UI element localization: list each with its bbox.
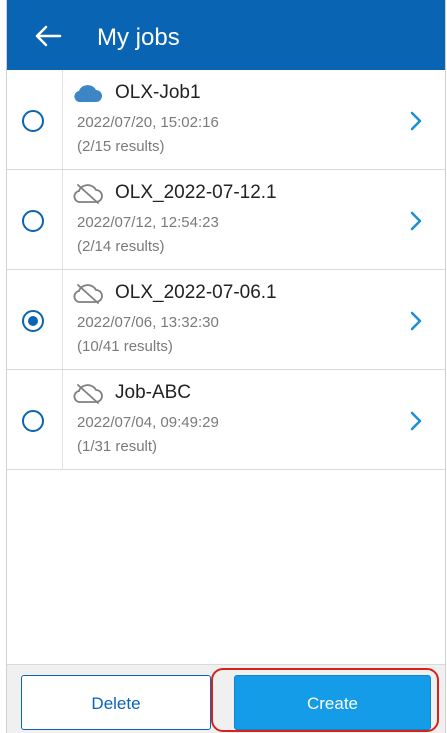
job-name: OLX_2022-07-06.1	[115, 282, 277, 303]
job-row-olx-2022-07-12[interactable]: OLX_2022-07-12.1 2022/07/12, 12:54:23 (2…	[7, 170, 445, 270]
job-row-olx-2022-07-06[interactable]: OLX_2022-07-06.1 2022/07/06, 13:32:30 (1…	[7, 270, 445, 370]
radio-cell	[7, 270, 63, 369]
action-bar: Delete Create	[7, 664, 445, 733]
job-date: 2022/07/12, 12:54:23	[77, 214, 219, 231]
job-date: 2022/07/06, 13:32:30	[77, 314, 219, 331]
cloud-icon	[74, 85, 102, 103]
cloud-off-icon	[73, 284, 103, 304]
radio-cell	[7, 70, 63, 169]
radio-cell	[7, 170, 63, 269]
job-name: OLX_2022-07-12.1	[115, 182, 277, 203]
job-row-olx-job1[interactable]: OLX-Job1 2022/07/20, 15:02:16 (2/15 resu…	[7, 70, 445, 170]
job-radio-button-selected[interactable]	[22, 310, 44, 332]
radio-cell	[7, 370, 63, 469]
job-results: (2/14 results)	[77, 238, 165, 255]
app-frame: My jobs OLX-Job1 2022/07/20, 15:02:16 (2…	[6, 0, 446, 733]
job-list: OLX-Job1 2022/07/20, 15:02:16 (2/15 resu…	[7, 70, 445, 470]
job-radio-button[interactable]	[22, 210, 44, 232]
cloud-off-icon	[73, 384, 103, 404]
chevron-right-icon[interactable]	[409, 110, 423, 132]
job-date: 2022/07/04, 09:49:29	[77, 414, 219, 431]
chevron-right-icon[interactable]	[409, 310, 423, 332]
chevron-right-icon[interactable]	[409, 210, 423, 232]
job-name: OLX-Job1	[115, 82, 201, 103]
job-radio-button[interactable]	[22, 410, 44, 432]
top-bar: My jobs	[7, 0, 445, 70]
job-row-job-abc[interactable]: Job-ABC 2022/07/04, 09:49:29 (1/31 resul…	[7, 370, 445, 470]
create-button[interactable]: Create	[234, 675, 431, 730]
job-results: (2/15 results)	[77, 138, 165, 155]
chevron-right-icon[interactable]	[409, 410, 423, 432]
job-radio-button[interactable]	[22, 110, 44, 132]
cloud-off-icon	[73, 184, 103, 204]
job-name: Job-ABC	[115, 382, 192, 403]
arrow-left-icon[interactable]	[33, 24, 63, 48]
job-results: (1/31 result)	[77, 438, 158, 455]
delete-button[interactable]: Delete	[21, 675, 211, 730]
job-results: (10/41 results)	[77, 338, 173, 355]
job-date: 2022/07/20, 15:02:16	[77, 114, 219, 131]
page-title: My jobs	[97, 24, 180, 51]
